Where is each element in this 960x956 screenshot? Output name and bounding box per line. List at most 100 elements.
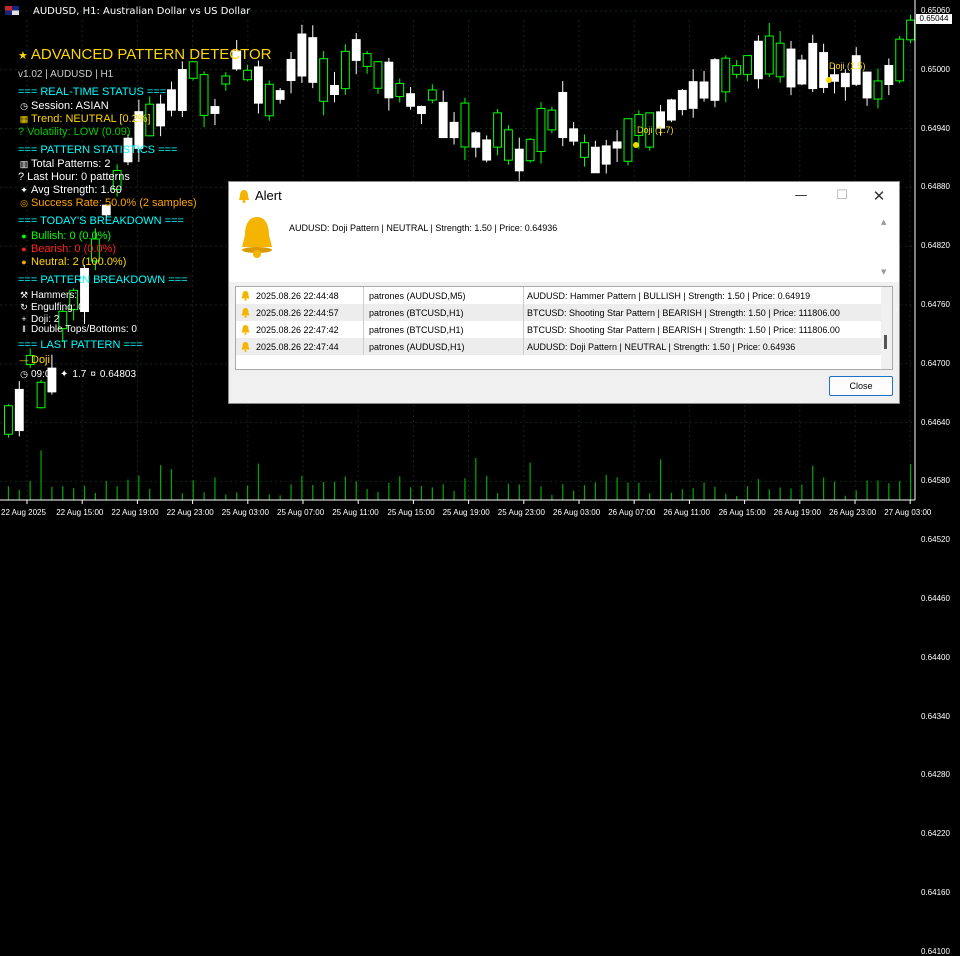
price-tick-label: 0.64940	[921, 123, 950, 133]
candle-body	[623, 118, 633, 162]
indicator-version: v1.02 | AUDUSD | H1	[18, 69, 114, 80]
candle-body	[286, 58, 296, 82]
last-pattern-details: ◷ 09:00 ✦ 1.7 ¤ 0.64803	[18, 368, 136, 381]
time-tick-label: 27 Aug 03:00	[884, 508, 932, 517]
price-tick-label: 0.64880	[921, 182, 950, 192]
alert-message-area: AUDUSD: Doji Pattern | NEUTRAL | Strengt…	[229, 210, 899, 282]
candle-body	[797, 59, 807, 85]
candle-body	[753, 40, 763, 80]
price-tick-label: 0.64280	[921, 770, 950, 780]
last-pattern-header: === LAST PATTERN ===	[18, 339, 143, 351]
close-button[interactable]: Close	[829, 376, 893, 396]
alert-titlebar[interactable]: Alert — ☐ ✕	[229, 182, 899, 210]
last-hour: ? Last Hour: 0 patterns	[18, 171, 130, 183]
maximize-button[interactable]: ☐	[832, 186, 852, 206]
alert-row-time: 2025.08.26 22:47:44	[256, 342, 339, 352]
last-pattern-name: — Doji	[19, 354, 50, 366]
chart-title-bar: AUDUSD, H1: Australian Dollar vs US Doll…	[0, 0, 915, 20]
alert-row[interactable]: 2025.08.26 22:44:48 patrones (AUDUSD,M5) A…	[236, 287, 881, 304]
list-scrollbar[interactable]	[881, 287, 892, 369]
alert-row-source: patrones (BTCUSD,H1)	[369, 308, 464, 318]
breakdown-header: === PATTERN BREAKDOWN ===	[18, 274, 188, 286]
close-window-button[interactable]: ✕	[869, 186, 889, 206]
time-tick-label: 25 Aug 23:00	[497, 508, 545, 517]
pattern-strength-icon: ✦	[60, 369, 69, 380]
candle-body	[253, 66, 263, 104]
candle-body	[503, 129, 513, 161]
candle-body	[677, 89, 687, 111]
price-tick-label: 0.65000	[921, 64, 950, 74]
bullish-dot-icon: ●	[21, 231, 27, 241]
session-status: ◷ Session: ASIAN	[18, 100, 109, 113]
symbol-flag-icon	[5, 6, 19, 15]
candle-body	[406, 93, 416, 107]
strength-icon: ✦	[20, 185, 28, 195]
candle-body	[601, 145, 611, 165]
candle-body	[906, 19, 916, 41]
candle-body	[449, 121, 459, 139]
alert-history-list[interactable]: 2025.08.26 22:44:48 patrones (AUDUSD,M5) A…	[235, 286, 893, 370]
double-tops-count: ‖ Double Tops/Bottoms: 0	[18, 323, 137, 336]
candle-body	[688, 81, 698, 109]
candle-body	[884, 64, 894, 86]
candle-body	[340, 50, 350, 90]
alert-row[interactable]: 2025.08.26 22:47:42 patrones (BTCUSD,H1) B…	[236, 321, 881, 338]
time-tick-label: 26 Aug 07:00	[608, 508, 656, 517]
candle-body	[786, 48, 796, 88]
candle-body	[569, 128, 579, 142]
candle-body	[699, 81, 709, 99]
time-tick-label: 25 Aug 03:00	[221, 508, 269, 517]
candle-body	[156, 103, 166, 127]
time-tick-label: 26 Aug 15:00	[718, 508, 766, 517]
price-tick-label: 0.64400	[921, 652, 950, 662]
alert-row-message: BTCUSD: Shooting Star Pattern | BEARISH …	[527, 325, 840, 335]
indicator-title: ★ ADVANCED PATTERN DETECTOR	[18, 46, 272, 63]
neutral-count: ● Neutral: 2 (100.0%)	[18, 256, 126, 269]
candle-body	[775, 42, 785, 78]
large-bell-icon	[242, 217, 272, 258]
candle-body	[297, 33, 307, 77]
candle-body	[710, 59, 720, 101]
alert-row-source: patrones (AUDUSD,H1)	[369, 342, 465, 352]
candle-body	[308, 37, 318, 83]
alert-row[interactable]: 2025.08.26 22:47:44 patrones (AUDUSD,H1) A…	[236, 338, 881, 355]
candle-body	[177, 69, 187, 111]
alert-row-source: patrones (BTCUSD,H1)	[369, 325, 464, 335]
alert-title: Alert	[255, 188, 282, 203]
candle-body	[840, 72, 850, 88]
bar-chart-icon: ▥	[19, 159, 29, 169]
success-rate: ◎ Success Rate: 50.0% (2 samples)	[18, 197, 197, 210]
candle-body	[330, 84, 339, 96]
bell-icon	[241, 291, 250, 301]
price-axis[interactable]: 0.65060 0.65000 0.64940 0.64880 0.64820 0.647…	[915, 0, 960, 956]
chart-title: AUDUSD, H1: Australian Dollar vs US Doll…	[33, 6, 251, 17]
price-tick-label: 0.64640	[921, 417, 950, 427]
alert-message: AUDUSD: Doji Pattern | NEUTRAL | Strengt…	[289, 223, 558, 233]
list-scroll-thumb[interactable]	[884, 335, 887, 349]
message-scrollbar[interactable]: ▲ ▼	[879, 218, 891, 278]
doji-marker-2	[826, 77, 832, 83]
bell-icon	[241, 342, 250, 352]
minimize-button[interactable]: —	[791, 186, 811, 206]
candle-body	[743, 55, 752, 75]
current-price-label: 0.65044	[916, 14, 952, 24]
candle-body	[384, 61, 394, 99]
candle-body	[319, 58, 329, 102]
candle-body	[460, 102, 470, 148]
realtime-header: === REAL-TIME STATUS ===	[18, 86, 167, 98]
alert-row[interactable]: 2025.08.26 22:44:57 patrones (BTCUSD,H1) B…	[236, 304, 881, 321]
candle-body	[36, 381, 46, 409]
alert-row-time: 2025.08.26 22:44:57	[256, 308, 339, 318]
candle-body	[264, 83, 274, 117]
pattern-price-icon: ¤	[90, 369, 96, 380]
candle-body	[471, 132, 481, 148]
clock-icon: ◷	[20, 101, 28, 111]
candle-body	[895, 38, 905, 82]
time-tick-label: 22 Aug 2025	[1, 508, 46, 517]
alert-row-message: AUDUSD: Doji Pattern | NEUTRAL | Strengt…	[527, 342, 796, 352]
candle-body	[14, 388, 24, 432]
stats-header: === PATTERN STATISTICS ===	[18, 144, 178, 156]
bell-icon	[241, 325, 250, 335]
bearish-count: ● Bearish: 0 (0.0%)	[18, 243, 116, 256]
candle-body	[514, 148, 524, 172]
